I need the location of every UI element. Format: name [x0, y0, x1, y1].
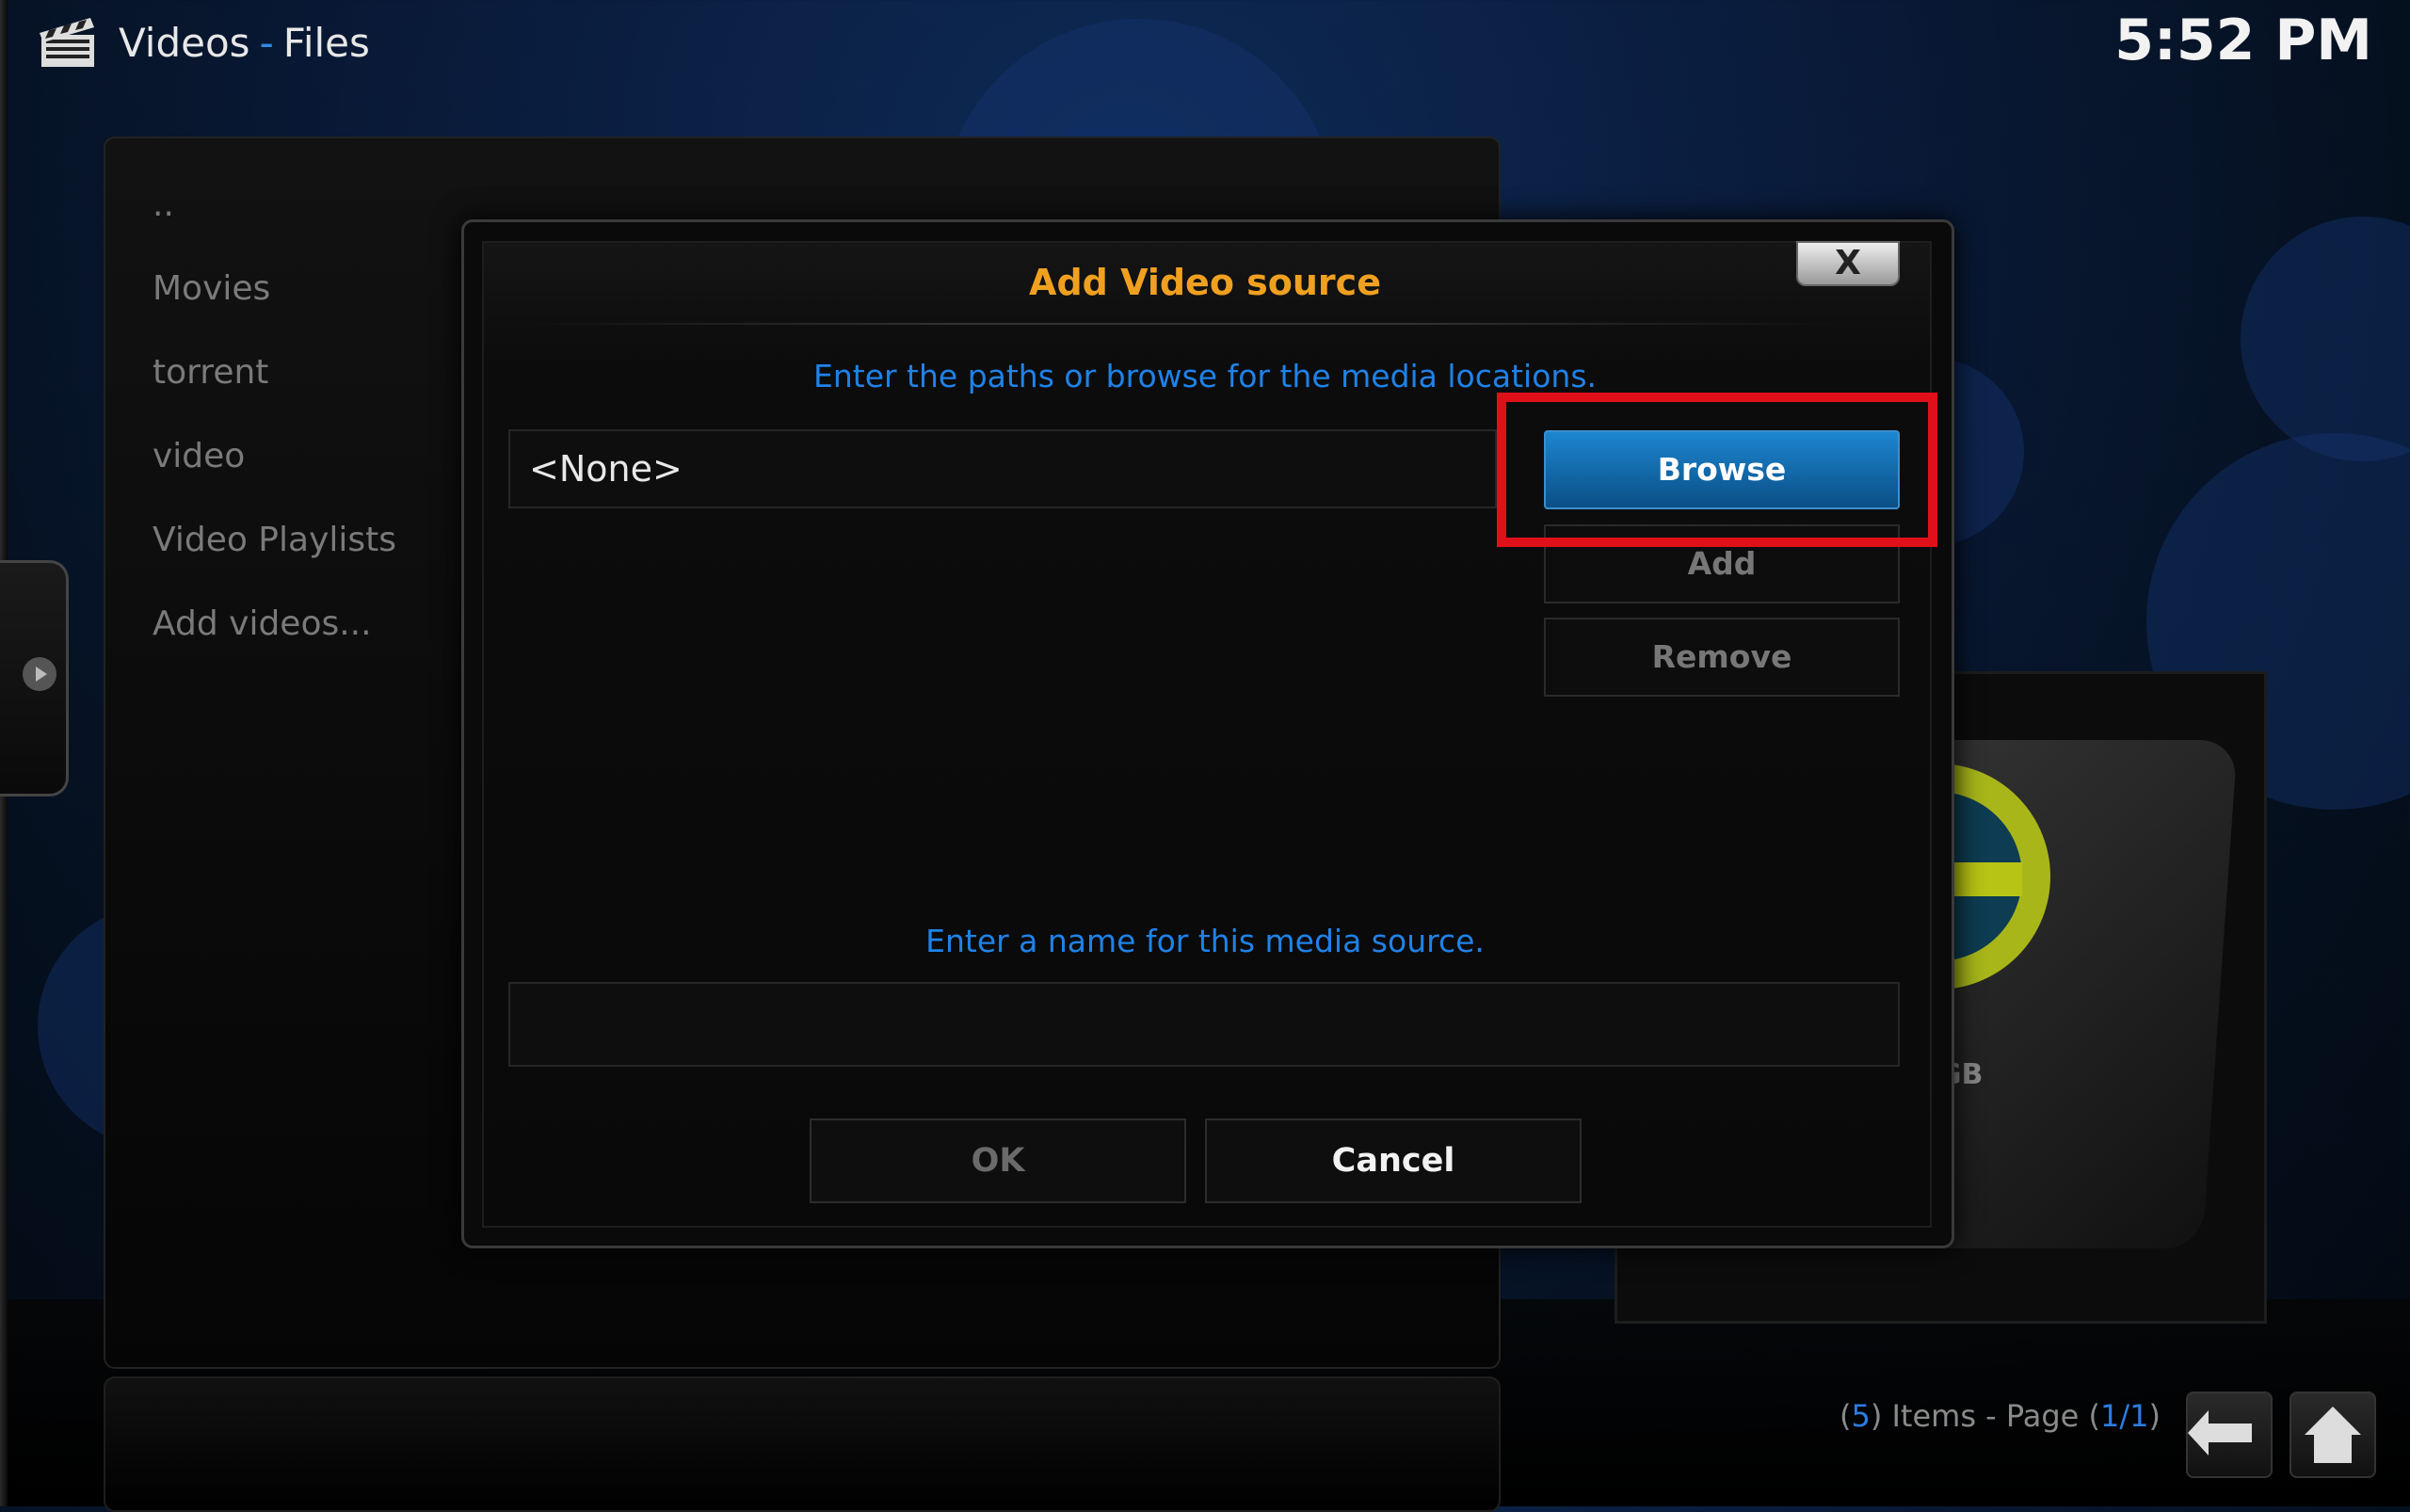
dialog-title: Add Video source	[1029, 262, 1381, 303]
cancel-button[interactable]: Cancel	[1205, 1118, 1582, 1203]
status-open-paren: (	[1839, 1398, 1852, 1434]
clapperboard-icon	[40, 18, 94, 67]
status-close-paren: )	[2148, 1398, 2161, 1434]
file-item-add-videos[interactable]: Add videos...	[153, 604, 372, 643]
page-status: (5) Items - Page (1/1)	[1840, 1398, 2161, 1434]
file-item-video-playlists[interactable]: Video Playlists	[153, 521, 396, 559]
home-button[interactable]	[2290, 1391, 2376, 1478]
info-panel	[104, 1376, 1501, 1512]
close-icon: X	[1835, 244, 1861, 282]
home-icon	[2305, 1407, 2361, 1435]
breadcrumb-subsection: Files	[282, 19, 370, 66]
back-arrow-icon	[2188, 1410, 2252, 1456]
close-button[interactable]: X	[1796, 241, 1900, 286]
breadcrumb: Videos - Files	[119, 20, 370, 66]
bg-bubble	[2241, 217, 2410, 461]
browse-highlight-box	[1497, 393, 1937, 547]
back-button[interactable]	[2186, 1391, 2273, 1478]
items-page-label: ) Items - Page (	[1870, 1398, 2101, 1434]
page-number: 1/1	[2100, 1398, 2149, 1434]
home-icon-body	[2314, 1435, 2352, 1463]
file-item-parent[interactable]: ..	[153, 185, 174, 224]
clock: 5:52 PM	[2114, 8, 2372, 73]
header: Videos - Files	[38, 9, 370, 75]
paths-hint: Enter the paths or browse for the media …	[812, 358, 1598, 394]
remove-path-button[interactable]: Remove	[1544, 618, 1900, 697]
title-divider	[527, 323, 1836, 325]
breadcrumb-section: Videos	[119, 19, 250, 66]
file-item-video[interactable]: video	[153, 437, 245, 475]
breadcrumb-separator: -	[259, 19, 274, 66]
item-count: 5	[1851, 1398, 1871, 1434]
name-hint: Enter a name for this media source.	[925, 923, 1485, 959]
ok-button[interactable]: OK	[810, 1118, 1186, 1203]
chevron-right-icon[interactable]	[23, 657, 56, 691]
path-list-field[interactable]: <None>	[508, 429, 1497, 508]
source-name-input[interactable]	[508, 982, 1900, 1067]
